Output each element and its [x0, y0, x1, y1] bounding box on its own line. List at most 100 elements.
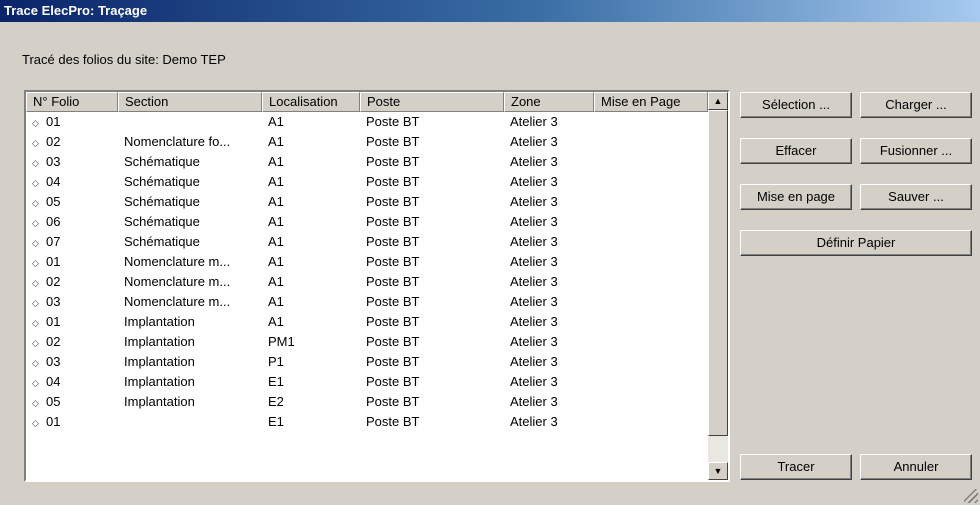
- poste-cell: Poste BT: [366, 354, 420, 369]
- diamond-outline-icon: ◇: [32, 358, 39, 368]
- sauver-button[interactable]: Sauver ...: [860, 184, 972, 210]
- scroll-thumb[interactable]: [708, 110, 728, 436]
- diamond-outline-icon: ◇: [32, 178, 39, 188]
- table-row[interactable]: ◇ 05 Schématique A1 Poste BT Atelier 3: [26, 192, 708, 212]
- folio-number-cell: ◇ 03: [26, 352, 118, 372]
- diamond-outline-icon: ◇: [32, 158, 39, 168]
- zone-cell: Atelier 3: [510, 334, 558, 349]
- column-header-section[interactable]: Section: [118, 92, 262, 112]
- column-header-localisation[interactable]: Localisation: [262, 92, 360, 112]
- zone-cell: Atelier 3: [510, 394, 558, 409]
- table-row[interactable]: ◇ 04 Schématique A1 Poste BT Atelier 3: [26, 172, 708, 192]
- poste-cell: Poste BT: [366, 334, 420, 349]
- section-cell: [118, 112, 262, 132]
- effacer-button[interactable]: Effacer: [740, 138, 852, 164]
- table-row[interactable]: ◇ 06 Schématique A1 Poste BT Atelier 3: [26, 212, 708, 232]
- window-title: Trace ElecPro: Traçage: [0, 0, 980, 22]
- poste-cell: Poste BT: [366, 374, 420, 389]
- column-header-mise-en-page[interactable]: Mise en Page: [594, 92, 708, 112]
- charger-button[interactable]: Charger ...: [860, 92, 972, 118]
- table-row[interactable]: ◇ 07 Schématique A1 Poste BT Atelier 3: [26, 232, 708, 252]
- fusionner-button[interactable]: Fusionner ...: [860, 138, 972, 164]
- diamond-outline-icon: ◇: [32, 398, 39, 408]
- mise-en-page-button[interactable]: Mise en page: [740, 184, 852, 210]
- scroll-down-button[interactable]: ▼: [708, 462, 728, 480]
- poste-cell: Poste BT: [366, 214, 420, 229]
- selection-button[interactable]: Sélection ...: [740, 92, 852, 118]
- diamond-outline-icon: ◇: [32, 138, 39, 148]
- table-row[interactable]: ◇ 04 Implantation E1 Poste BT Atelier 3: [26, 372, 708, 392]
- folio-number-cell: ◇ 02: [26, 272, 118, 292]
- folio-number: 05: [46, 394, 61, 409]
- site-label: Tracé des folios du site: Demo TEP: [22, 52, 226, 67]
- poste-cell: Poste BT: [366, 314, 420, 329]
- localisation-cell: E2: [268, 394, 284, 409]
- folio-number-cell: ◇ 01: [26, 312, 118, 332]
- zone-cell: Atelier 3: [510, 194, 558, 209]
- section-cell: Implantation: [124, 334, 195, 349]
- mise-en-page-cell: [594, 232, 708, 252]
- poste-cell: Poste BT: [366, 394, 420, 409]
- mise-en-page-cell: [594, 392, 708, 412]
- mise-en-page-cell: [594, 292, 708, 312]
- table-row[interactable]: ◇ 05 Implantation E2 Poste BT Atelier 3: [26, 392, 708, 412]
- table-row[interactable]: ◇ 02 Nomenclature m... A1 Poste BT Atelier 3: [26, 272, 708, 292]
- column-header-poste[interactable]: Poste: [360, 92, 504, 112]
- zone-cell: Atelier 3: [510, 174, 558, 189]
- mise-en-page-cell: [594, 112, 708, 132]
- folio-list-content: N° Folio Section Localisation Poste Zone…: [26, 92, 708, 480]
- folio-list[interactable]: N° Folio Section Localisation Poste Zone…: [24, 90, 730, 482]
- poste-cell: Poste BT: [366, 134, 420, 149]
- folio-number: 01: [46, 314, 61, 329]
- folio-number-cell: ◇ 07: [26, 232, 118, 252]
- mise-en-page-cell: [594, 252, 708, 272]
- mise-en-page-cell: [594, 212, 708, 232]
- poste-cell: Poste BT: [366, 254, 420, 269]
- folio-number: 04: [46, 174, 61, 189]
- localisation-cell: PM1: [268, 334, 295, 349]
- vertical-scrollbar[interactable]: ▲ ▼: [708, 92, 728, 480]
- folio-number-cell: ◇ 03: [26, 292, 118, 312]
- localisation-cell: A1: [268, 274, 284, 289]
- diamond-outline-icon: ◇: [32, 318, 39, 328]
- table-row[interactable]: ◇ 02 Implantation PM1 Poste BT Atelier 3: [26, 332, 708, 352]
- folio-number: 04: [46, 374, 61, 389]
- poste-cell: Poste BT: [366, 414, 420, 429]
- folio-number-cell: ◇ 05: [26, 392, 118, 412]
- annuler-button[interactable]: Annuler: [860, 454, 972, 480]
- diamond-outline-icon: ◇: [32, 378, 39, 388]
- tracer-button[interactable]: Tracer: [740, 454, 852, 480]
- folio-number: 02: [46, 334, 61, 349]
- folio-number-cell: ◇ 04: [26, 172, 118, 192]
- scroll-up-button[interactable]: ▲: [708, 92, 728, 110]
- table-row[interactable]: ◇ 01 Nomenclature m... A1 Poste BT Atelier 3: [26, 252, 708, 272]
- table-row[interactable]: ◇ 01 Implantation A1 Poste BT Atelier 3: [26, 312, 708, 332]
- folio-number-cell: ◇ 06: [26, 212, 118, 232]
- section-cell: Schématique: [124, 154, 200, 169]
- diamond-outline-icon: ◇: [32, 338, 39, 348]
- table-row[interactable]: ◇ 01 A1 Poste BT Atelier 3: [26, 112, 708, 132]
- resize-grip-icon[interactable]: [964, 489, 978, 503]
- column-header-folio[interactable]: N° Folio: [26, 92, 118, 112]
- zone-cell: Atelier 3: [510, 314, 558, 329]
- folio-number: 07: [46, 234, 61, 249]
- table-row[interactable]: ◇ 03 Schématique A1 Poste BT Atelier 3: [26, 152, 708, 172]
- zone-cell: Atelier 3: [510, 374, 558, 389]
- column-header-zone[interactable]: Zone: [504, 92, 594, 112]
- folio-number-cell: ◇ 01: [26, 252, 118, 272]
- poste-cell: Poste BT: [366, 274, 420, 289]
- mise-en-page-cell: [594, 132, 708, 152]
- folio-number: 02: [46, 274, 61, 289]
- section-cell: Nomenclature m...: [124, 294, 231, 309]
- table-row[interactable]: ◇ 02 Nomenclature fo... A1 Poste BT Atelier 3: [26, 132, 708, 152]
- mise-en-page-cell: [594, 352, 708, 372]
- diamond-outline-icon: ◇: [32, 258, 39, 268]
- folio-number-cell: ◇ 01: [26, 112, 118, 132]
- table-row[interactable]: ◇ 03 Nomenclature m... A1 Poste BT Atelier 3: [26, 292, 708, 312]
- table-row[interactable]: ◇ 01 E1 Poste BT Atelier 3: [26, 412, 708, 432]
- section-cell: Nomenclature m...: [124, 254, 231, 269]
- definir-papier-button[interactable]: Définir Papier: [740, 230, 972, 256]
- zone-cell: Atelier 3: [510, 354, 558, 369]
- folio-number-cell: ◇ 02: [26, 132, 118, 152]
- table-row[interactable]: ◇ 03 Implantation P1 Poste BT Atelier 3: [26, 352, 708, 372]
